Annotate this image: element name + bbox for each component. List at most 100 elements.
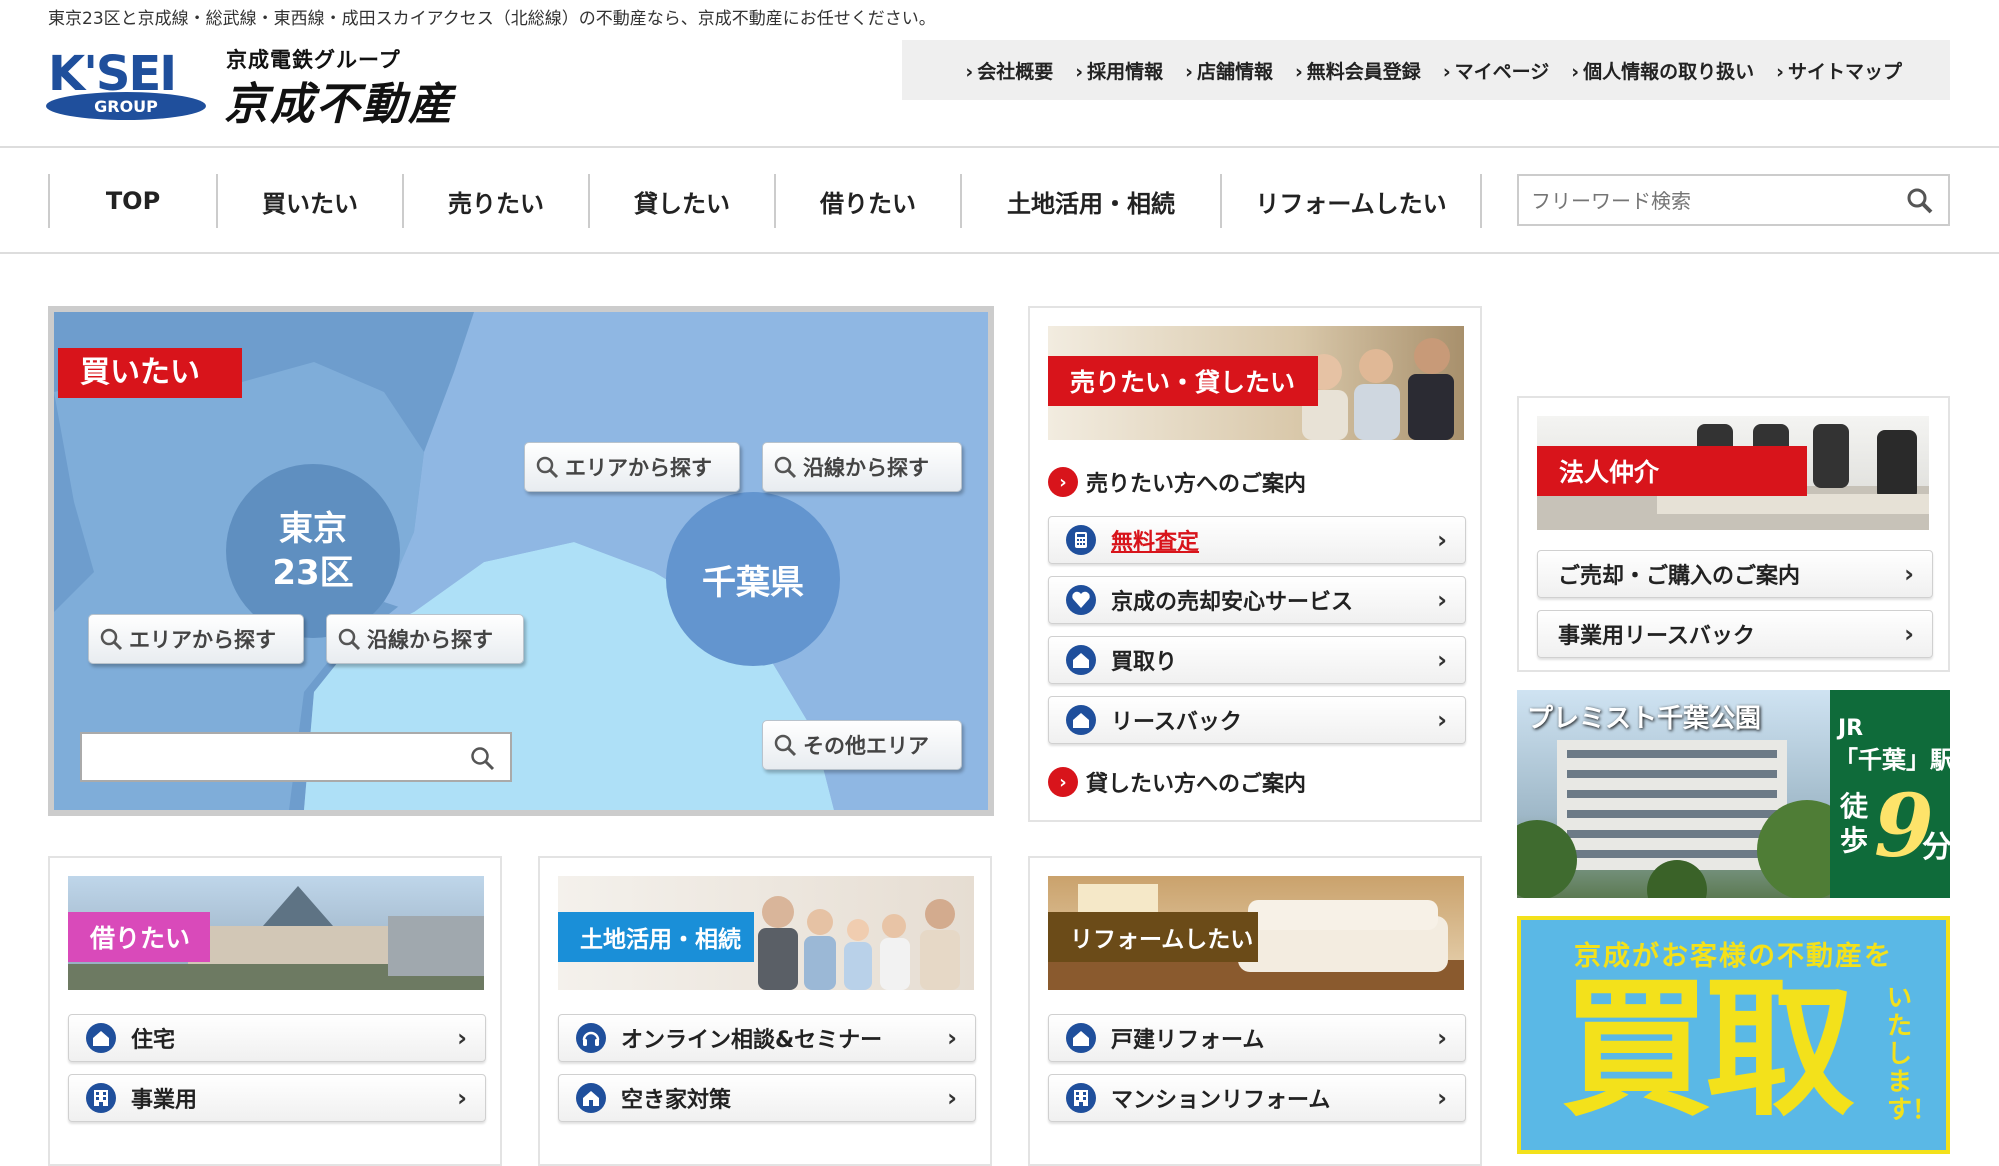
chevron-right-icon: › [1437, 1084, 1447, 1112]
site-logo[interactable]: GROUP K'SEI 京成電鉄グループ 京成不動産 [46, 40, 506, 130]
util-link-company[interactable]: 会社概要 [965, 57, 1053, 84]
tokyo-line-label: 沿線から探す [367, 628, 493, 652]
other-area-label: その他エリア [803, 734, 929, 758]
nav-rent[interactable]: 借りたい [774, 174, 960, 228]
land-card: 土地活用・相続 オンライン相談&セミナー › 空き家対策 › [538, 856, 992, 1166]
corporate-banner[interactable]: 法人仲介 [1537, 416, 1929, 530]
sell-banner-label: 売りたい・貸したい [1048, 356, 1318, 406]
chevron-right-icon: › [1048, 467, 1078, 497]
map-search-input[interactable] [90, 742, 450, 772]
premist-title: プレミスト千葉公園 [1527, 704, 1762, 734]
logo-mark-text: K'SEI [48, 46, 175, 102]
search-icon [536, 456, 559, 479]
chiba-line-button[interactable]: 沿線から探す [762, 442, 962, 492]
tokyo-area-button[interactable]: エリアから探す [88, 614, 304, 664]
corp-item-sale-purchase[interactable]: ご売却・ご購入のご案内 › [1537, 550, 1933, 598]
search-icon[interactable] [1906, 187, 1934, 215]
kaitori-big-text: 買取 [1561, 963, 1855, 1137]
premist-ad-banner[interactable]: プレミスト千葉公園 JR 「千葉」駅 徒歩 9 分 [1517, 690, 1950, 898]
land-item-vacant[interactable]: 空き家対策 › [558, 1074, 976, 1122]
sell-guide-text: 売りたい方へのご案内 [1086, 472, 1307, 497]
rent-item-housing[interactable]: 住宅 › [68, 1014, 486, 1062]
house-icon [1065, 1022, 1097, 1054]
house-icon [575, 1082, 607, 1114]
chiba-area-button[interactable]: エリアから探す [524, 442, 740, 492]
corp-item-leaseback[interactable]: 事業用リースバック › [1537, 610, 1933, 658]
nav-sell[interactable]: 売りたい [402, 174, 588, 228]
lend-guide-link[interactable]: › 貸したい方へのご案内 [1048, 766, 1306, 798]
nav-top[interactable]: TOP [48, 174, 216, 228]
chevron-right-icon: › [1437, 526, 1447, 554]
sell-banner[interactable]: 売りたい・貸したい [1048, 326, 1464, 440]
search-icon [774, 456, 797, 479]
premist-line2: 「千葉」駅 [1834, 746, 1950, 774]
sell-guide-link[interactable]: › 売りたい方へのご案内 [1048, 466, 1306, 498]
other-area-button[interactable]: その他エリア [762, 720, 962, 770]
util-link-shops[interactable]: 店舗情報 [1185, 57, 1273, 84]
search-icon [338, 628, 361, 651]
reform-item-house-label: 戸建リフォーム [1111, 1028, 1265, 1053]
corp-item-leaseback-label: 事業用リースバック [1558, 624, 1755, 649]
chevron-right-icon: › [1904, 560, 1914, 588]
sell-item-anshin-label: 京成の売却安心サービス [1111, 590, 1354, 615]
sell-item-kaitori-label: 買取り [1111, 650, 1178, 675]
chevron-right-icon: › [947, 1084, 957, 1112]
util-link-mypage[interactable]: マイページ [1443, 57, 1550, 84]
land-banner-label: 土地活用・相続 [558, 912, 754, 962]
search-icon[interactable] [470, 746, 496, 772]
sell-lend-card: 売りたい・貸したい › 売りたい方へのご案内 無料査定 › 京成の売却安心サービ… [1028, 306, 1482, 822]
chevron-right-icon: › [1437, 646, 1447, 674]
rent-banner[interactable]: 借りたい [68, 876, 484, 990]
land-banner[interactable]: 土地活用・相続 [558, 876, 974, 990]
reform-card: リフォームしたい 戸建リフォーム › マンションリフォーム › [1028, 856, 1482, 1166]
site-tagline: 東京23区と京成線・総武線・東西線・成田スカイアクセス（北総線）の不動産なら、京… [48, 9, 936, 29]
sell-item-leaseback-label: リースバック [1111, 710, 1242, 735]
land-item-vacant-label: 空き家対策 [621, 1088, 732, 1113]
sell-item-appraisal[interactable]: 無料査定 › [1048, 516, 1466, 564]
util-link-register[interactable]: 無料会員登録 [1295, 57, 1421, 84]
sell-item-appraisal-label: 無料査定 [1111, 530, 1200, 555]
utility-nav: 会社概要 採用情報 店舗情報 無料会員登録 マイページ 個人情報の取り扱い サイ… [902, 40, 1950, 100]
tokyo-line-button[interactable]: 沿線から探す [326, 614, 524, 664]
sell-item-anshin[interactable]: 京成の売却安心サービス › [1048, 576, 1466, 624]
chevron-right-icon: › [1904, 620, 1914, 648]
land-item-online[interactable]: オンライン相談&セミナー › [558, 1014, 976, 1062]
sell-item-leaseback[interactable]: リースバック › [1048, 696, 1466, 744]
util-link-recruit[interactable]: 採用情報 [1075, 57, 1163, 84]
chevron-right-icon: › [1048, 767, 1078, 797]
calculator-icon [1065, 524, 1097, 556]
util-link-sitemap[interactable]: サイトマップ [1776, 57, 1902, 84]
util-link-privacy[interactable]: 個人情報の取り扱い [1571, 57, 1754, 84]
chiba-line-label: 沿線から探す [803, 456, 929, 480]
global-nav: TOP 買いたい 売りたい 貸したい 借りたい 土地活用・相続 リフォームしたい [0, 146, 1999, 254]
headset-icon [575, 1022, 607, 1054]
tokyo-23-circle[interactable]: 東京 23区 [226, 464, 400, 638]
chevron-right-icon: › [457, 1084, 467, 1112]
rent-banner-label: 借りたい [68, 912, 210, 962]
nav-buy[interactable]: 買いたい [216, 174, 402, 228]
sell-item-kaitori[interactable]: 買取り › [1048, 636, 1466, 684]
reform-banner[interactable]: リフォームしたい [1048, 876, 1464, 990]
chiba-circle[interactable]: 千葉県 [666, 492, 840, 666]
kaitori-side-text: いたします！ [1887, 983, 1938, 1124]
rent-card: 借りたい 住宅 › 事業用 › [48, 856, 502, 1166]
nav-reform[interactable]: リフォームしたい [1220, 174, 1482, 228]
corporate-banner-label: 法人仲介 [1537, 446, 1807, 496]
land-item-online-label: オンライン相談&セミナー [621, 1028, 883, 1053]
rent-item-business-label: 事業用 [131, 1088, 198, 1113]
reform-item-house[interactable]: 戸建リフォーム › [1048, 1014, 1466, 1062]
chevron-right-icon: › [1437, 1024, 1447, 1052]
freeword-search-input[interactable] [1531, 184, 1891, 218]
reform-item-mansion[interactable]: マンションリフォーム › [1048, 1074, 1466, 1122]
nav-lend[interactable]: 貸したい [588, 174, 774, 228]
kaitori-ad-banner[interactable]: 京成がお客様の不動産を 買取 いたします！ [1517, 916, 1950, 1154]
buy-map-panel: 買いたい 東京 23区 千葉県 エリアから探す 沿線から探す エリアから探す 沿… [48, 306, 994, 816]
rent-item-business[interactable]: 事業用 › [68, 1074, 486, 1122]
search-icon [100, 628, 123, 651]
building-icon [1065, 1082, 1097, 1114]
chevron-right-icon: › [1437, 586, 1447, 614]
map-search-box [80, 732, 512, 782]
nav-land[interactable]: 土地活用・相続 [960, 174, 1220, 228]
chevron-right-icon: › [457, 1024, 467, 1052]
house-icon [1065, 644, 1097, 676]
